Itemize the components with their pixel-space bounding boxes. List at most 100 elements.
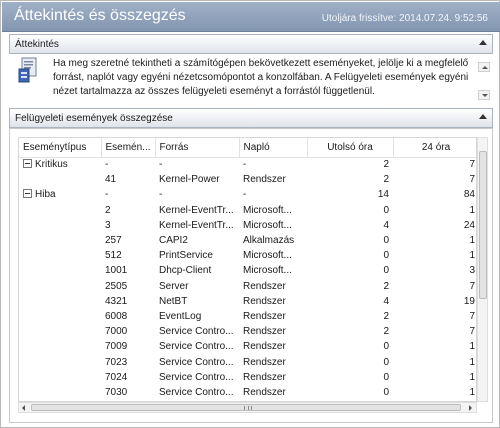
- event-type-cell: [19, 354, 101, 369]
- day-count-cell: 1: [469, 250, 475, 262]
- event-type-cell: [19, 248, 101, 263]
- info-document-icon: [18, 57, 37, 83]
- day-count-cell: 1: [469, 341, 475, 353]
- table-row[interactable]: 1001 Dhcp-Client Microsoft... 0 3: [19, 263, 476, 278]
- event-id-cell: -: [105, 189, 109, 201]
- source-cell: CAPI2: [159, 235, 188, 247]
- column-header-log[interactable]: Napló: [239, 138, 308, 158]
- last-hour-cell: 4: [383, 219, 389, 231]
- table-group-row[interactable]: Hiba - - - 14 84: [19, 187, 476, 202]
- table-group-row[interactable]: Kritikus - - - 2 7: [19, 157, 476, 172]
- event-id-cell: 4321: [105, 295, 128, 307]
- log-cell: Rendszer: [243, 326, 286, 338]
- last-hour-cell: 2: [383, 280, 389, 292]
- source-cell: Server: [159, 280, 189, 292]
- table-row[interactable]: 7030 Service Contro... Rendszer 0 1: [19, 385, 476, 400]
- event-id-cell: 257: [105, 235, 122, 247]
- event-type-cell: Kritikus: [19, 157, 101, 172]
- table-row[interactable]: 4321 NetBT Rendszer 4 19: [19, 294, 476, 309]
- log-cell: Rendszer: [243, 356, 286, 368]
- collapse-minus-icon[interactable]: [23, 159, 32, 169]
- event-id-cell: 7024: [105, 371, 128, 383]
- overview-description: Ha meg szeretné tekintheti a számítógépe…: [53, 58, 469, 97]
- event-type-cell: Hiba: [19, 187, 101, 202]
- event-type-cell: [19, 294, 101, 309]
- day-count-cell: 1: [469, 386, 475, 398]
- scroll-up-button[interactable]: [478, 62, 490, 72]
- collapse-arrow-icon[interactable]: [479, 40, 487, 45]
- column-header-24-hours[interactable]: 24 óra: [393, 138, 476, 158]
- event-type-cell: [19, 279, 101, 294]
- source-cell: Service Contro...: [159, 386, 234, 398]
- arrow-left-icon[interactable]: [22, 405, 25, 411]
- table-row[interactable]: 2 Kernel-EventTr... Microsoft... 0 1: [19, 203, 476, 218]
- last-hour-cell: 2: [383, 326, 389, 338]
- table-row[interactable]: 41 Kernel-Power Rendszer 2 7: [19, 172, 476, 187]
- last-hour-cell: 0: [383, 250, 389, 262]
- day-count-cell: 7: [469, 159, 475, 171]
- source-cell: PrintService: [159, 250, 213, 262]
- table-horizontal-scrollbar[interactable]: [18, 402, 477, 413]
- event-type-cell: [19, 233, 101, 248]
- day-count-cell: 7: [469, 326, 475, 338]
- grip-icon: [244, 406, 252, 410]
- table-row[interactable]: 257 CAPI2 Alkalmazás 0 1: [19, 233, 476, 248]
- summary-panel: Eseménytípus Esemén... Forrás Napló Utol…: [9, 128, 493, 423]
- table-row[interactable]: 7024 Service Contro... Rendszer 0 1: [19, 370, 476, 385]
- day-count-cell: 1: [469, 204, 475, 216]
- table-row[interactable]: 7000 Service Contro... Rendszer 2 7: [19, 324, 476, 339]
- column-header-source[interactable]: Forrás: [155, 138, 240, 158]
- event-type-cell: [19, 172, 101, 187]
- page-title: Áttekintés és összegzés: [14, 7, 186, 24]
- day-count-cell: 1: [469, 235, 475, 247]
- last-hour-cell: 0: [383, 356, 389, 368]
- last-refreshed-label: Utoljára frissítve: 2014.07.24. 9:52:56: [321, 13, 488, 24]
- event-id-cell: -: [105, 159, 109, 171]
- log-cell: Rendszer: [243, 371, 286, 383]
- table-vertical-scrollbar[interactable]: [477, 137, 488, 402]
- collapse-arrow-icon[interactable]: [479, 114, 487, 119]
- vertical-scroll-thumb[interactable]: [479, 151, 487, 299]
- last-hour-cell: 0: [383, 386, 389, 398]
- log-cell: Rendszer: [243, 386, 286, 398]
- day-count-cell: 19: [463, 295, 475, 307]
- horizontal-scroll-thumb[interactable]: [31, 404, 461, 411]
- collapse-minus-icon[interactable]: [23, 189, 32, 199]
- event-type-cell: [19, 203, 101, 218]
- arrow-right-icon[interactable]: [469, 405, 472, 411]
- day-count-cell: 7: [469, 174, 475, 186]
- table-row[interactable]: 3 Kernel-EventTr... Microsoft... 4 24: [19, 218, 476, 233]
- column-header-last-hour[interactable]: Utolsó óra: [307, 138, 394, 158]
- table-body: Kritikus - - -2 7 41 Kernel-Power Rendszer 2 7 Hib…: [19, 157, 476, 400]
- log-cell: Rendszer: [243, 280, 286, 292]
- table-row[interactable]: 7009 Service Contro... Rendszer 0 1: [19, 339, 476, 354]
- overview-section-header[interactable]: Áttekintés: [9, 34, 493, 54]
- log-cell: Alkalmazás: [243, 235, 295, 247]
- table-row[interactable]: 512 PrintService Microsoft... 0 1: [19, 248, 476, 263]
- day-count-cell: 84: [463, 189, 475, 201]
- source-cell: Service Contro...: [159, 356, 234, 368]
- event-id-cell: 1001: [105, 265, 128, 277]
- overview-scrollbar[interactable]: [478, 62, 490, 100]
- table-row[interactable]: 2505 Server Rendszer 2 7: [19, 279, 476, 294]
- source-cell: Service Contro...: [159, 371, 234, 383]
- day-count-cell: 7: [469, 280, 475, 292]
- arrow-up-icon: [482, 66, 488, 69]
- overview-section-label: Áttekintés: [15, 39, 59, 50]
- table-row[interactable]: 7023 Service Contro... Rendszer 0 1: [19, 354, 476, 369]
- column-header-event-type[interactable]: Eseménytípus: [19, 138, 102, 158]
- event-id-cell: 7030: [105, 386, 128, 398]
- event-type-cell: [19, 385, 101, 400]
- last-hour-cell: 2: [383, 174, 389, 186]
- table-row[interactable]: 6008 EventLog Rendszer 2 7: [19, 309, 476, 324]
- source-cell: Dhcp-Client: [159, 265, 212, 277]
- last-hour-cell: 0: [383, 371, 389, 383]
- column-header-event-id[interactable]: Esemén...: [101, 138, 156, 158]
- log-cell: Microsoft...: [243, 204, 292, 216]
- source-cell: Kernel-EventTr...: [159, 204, 234, 216]
- scroll-down-button[interactable]: [478, 90, 490, 100]
- events-summary-table: Eseménytípus Esemén... Forrás Napló Utol…: [19, 138, 476, 400]
- summary-section-header[interactable]: Felügyeleti események összegzése: [9, 108, 493, 128]
- day-count-cell: 7: [469, 310, 475, 322]
- group-label: Hiba: [35, 189, 56, 201]
